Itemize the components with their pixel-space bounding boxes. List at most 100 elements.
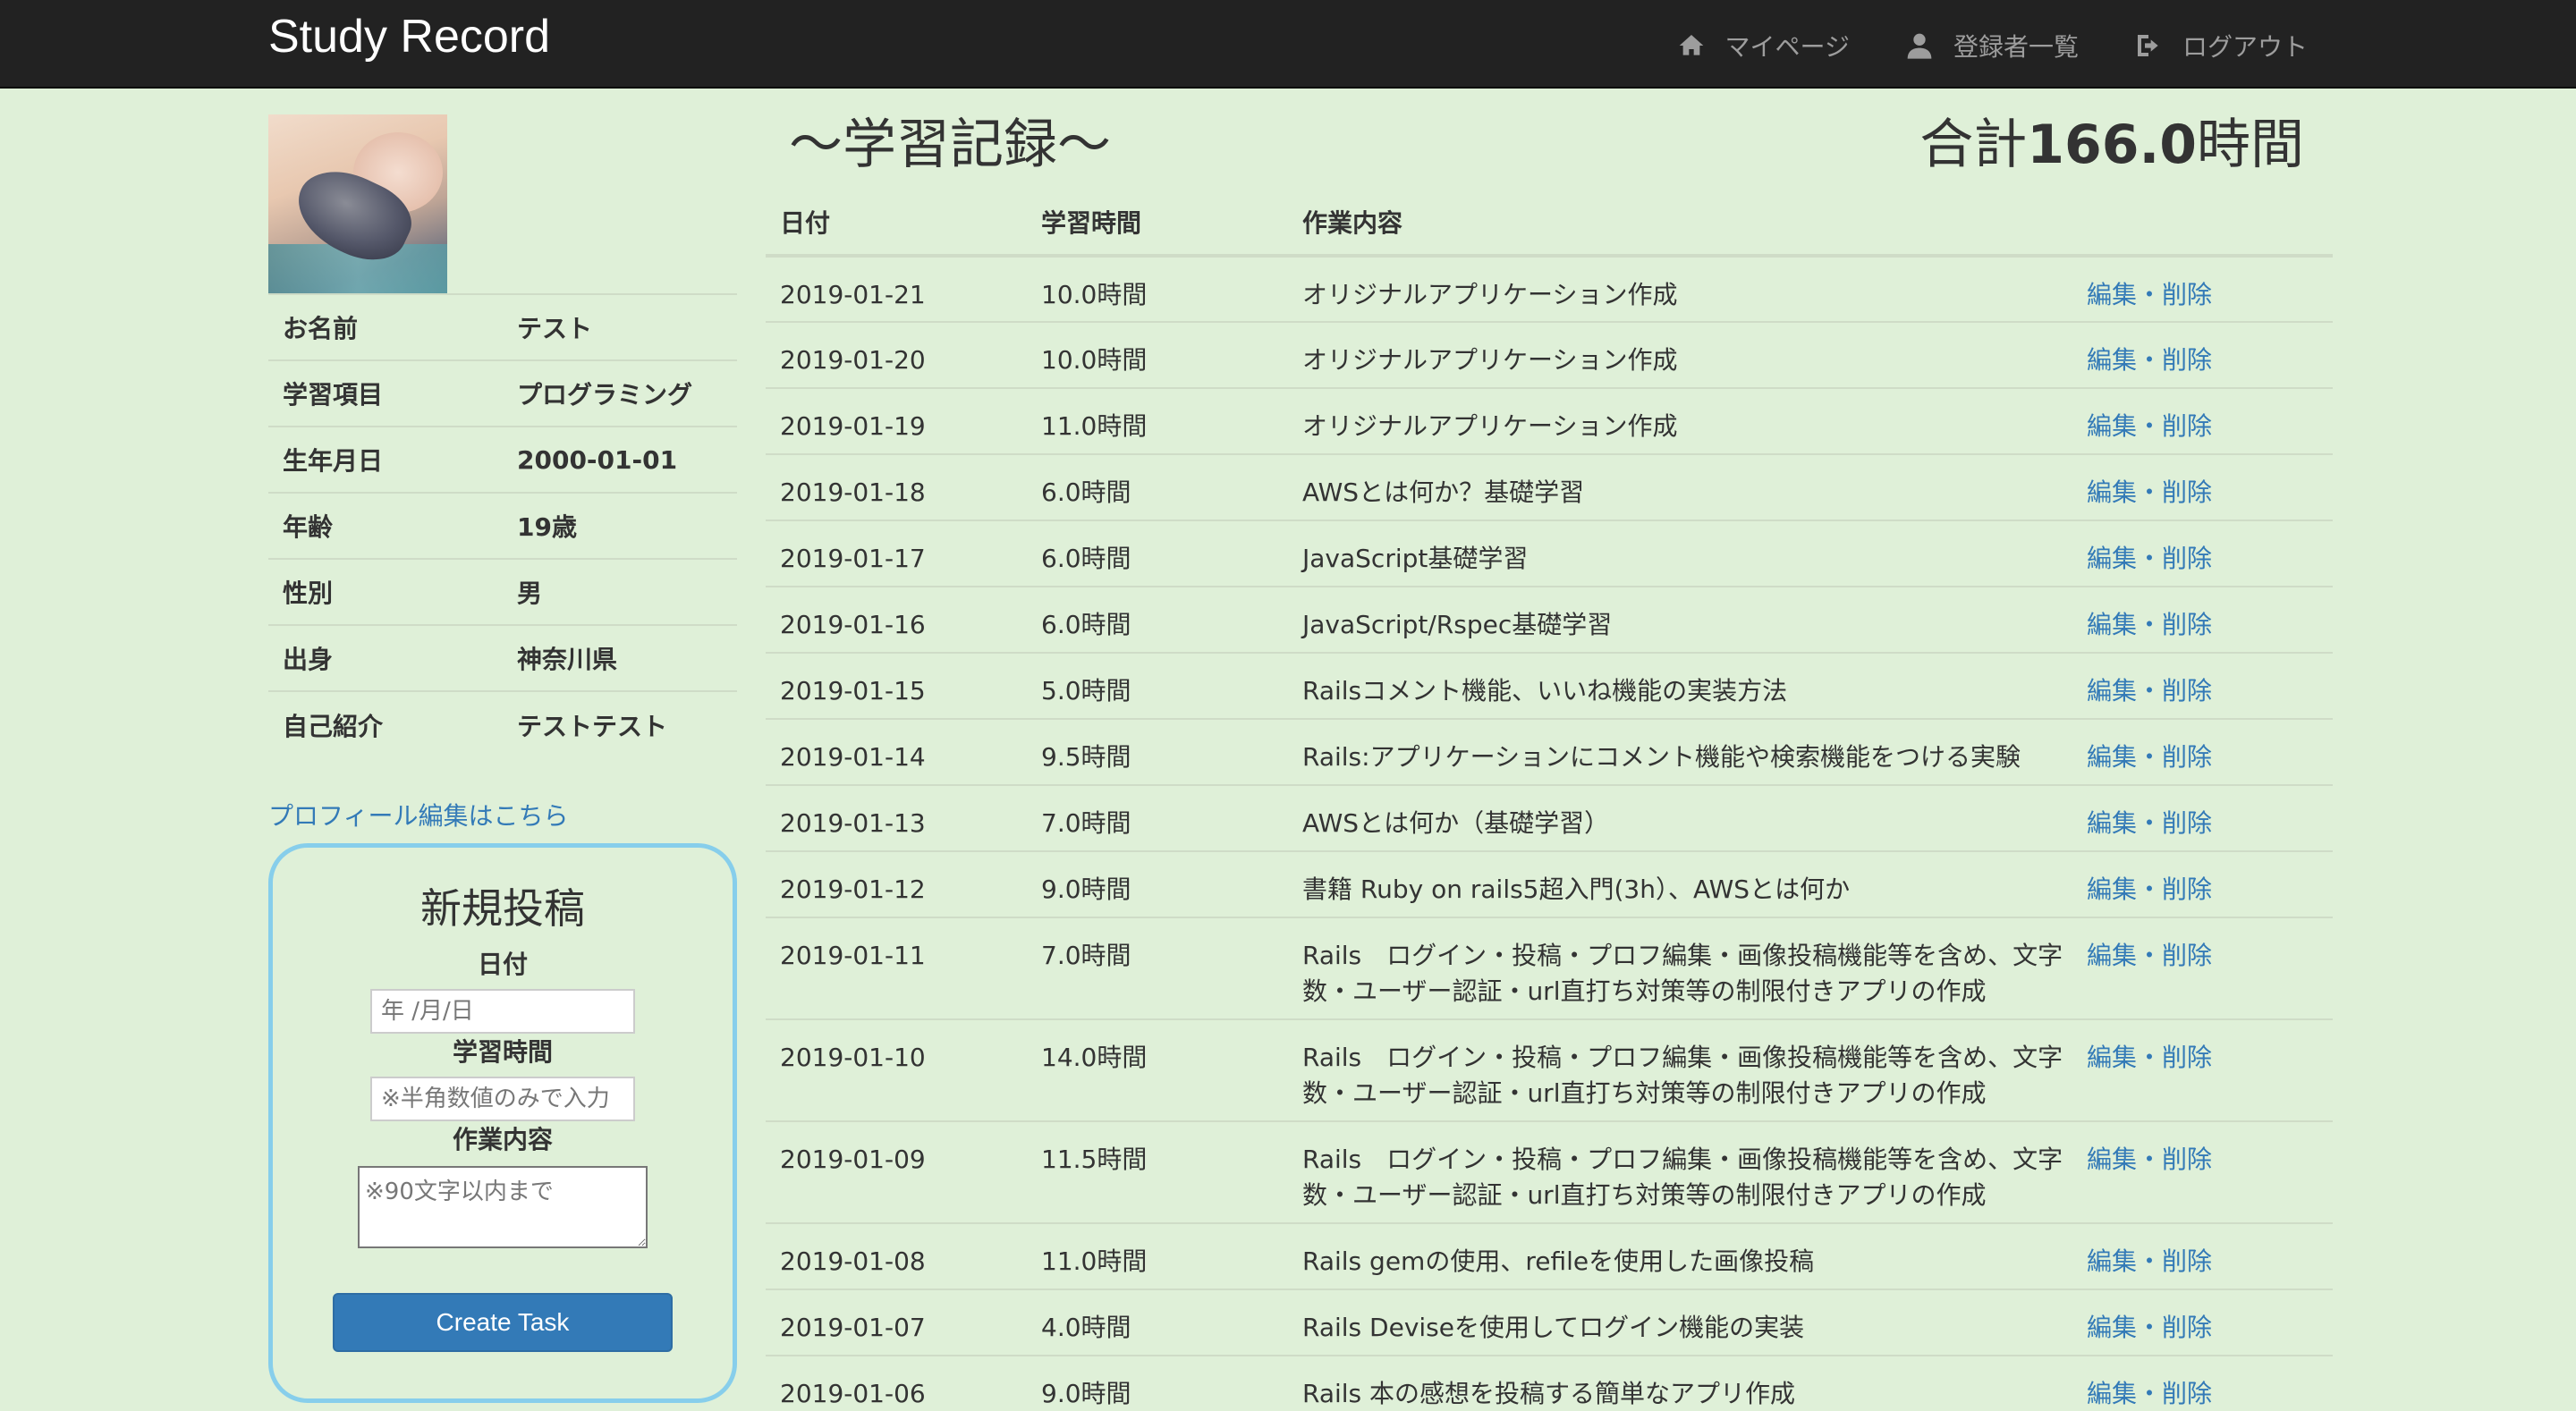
record-content: Rails Deviseを使用してログイン機能の実装 (1288, 1288, 2072, 1356)
record-actions: 編集・削除 (2072, 1120, 2333, 1223)
record-content: 書籍 Ruby on rails5超入門(3h）、AWSとは何か (1288, 850, 2072, 917)
action-separator: ・ (2137, 280, 2163, 309)
record-content: Rails gemの使用、refileを使用した画像投稿 (1288, 1222, 2072, 1289)
edit-link[interactable]: 編集 (2087, 1145, 2137, 1174)
study-time-input[interactable] (370, 1077, 635, 1121)
delete-link[interactable]: 削除 (2162, 676, 2212, 706)
delete-link[interactable]: 削除 (2162, 1246, 2212, 1276)
record-content: Rails:アプリケーションにコメント機能や検索機能をつける実験 (1288, 718, 2072, 785)
delete-link[interactable]: 削除 (2162, 544, 2212, 573)
edit-link[interactable]: 編集 (2087, 808, 2137, 838)
record-actions: 編集・削除 (2072, 1288, 2333, 1356)
record-actions: 編集・削除 (2072, 1018, 2333, 1121)
nav-mypage[interactable]: マイページ (1677, 28, 1850, 63)
action-separator: ・ (2137, 345, 2163, 375)
profile-label: 自己紹介 (268, 690, 503, 757)
delete-link[interactable]: 削除 (2162, 1313, 2212, 1342)
record-time: 4.0時間 (1027, 1288, 1288, 1356)
content-textarea[interactable] (358, 1166, 648, 1248)
record-content: Rails ログイン・投稿・プロフ編集・画像投稿機能等を含め、文字数・ユーザー認… (1288, 1018, 2072, 1121)
record-content: Rails 本の感想を投稿する簡単なアプリ作成 (1288, 1355, 2072, 1411)
edit-link[interactable]: 編集 (2087, 941, 2137, 970)
action-separator: ・ (2137, 1043, 2163, 1072)
delete-link[interactable]: 削除 (2162, 742, 2212, 772)
profile-label: 出身 (268, 624, 503, 691)
table-row: 2019-01-21 10.0時間 オリジナルアプリケーション作成 編集・削除 (766, 255, 2333, 322)
edit-link[interactable]: 編集 (2087, 1379, 2137, 1408)
edit-link[interactable]: 編集 (2087, 1043, 2137, 1072)
edit-link[interactable]: 編集 (2087, 610, 2137, 639)
delete-link[interactable]: 削除 (2162, 411, 2212, 441)
delete-link[interactable]: 削除 (2162, 1043, 2212, 1072)
delete-link[interactable]: 削除 (2162, 345, 2212, 375)
record-content: JavaScript基礎学習 (1288, 520, 2072, 587)
action-separator: ・ (2137, 544, 2163, 573)
record-actions: 編集・削除 (2072, 520, 2333, 587)
delete-link[interactable]: 削除 (2162, 610, 2212, 639)
edit-link[interactable]: 編集 (2087, 874, 2137, 904)
record-actions: 編集・削除 (2072, 586, 2333, 653)
nav-users[interactable]: 登録者一覧 (1905, 28, 2079, 63)
action-separator: ・ (2137, 742, 2163, 772)
nav-logout[interactable]: ログアウト (2134, 28, 2308, 63)
edit-link[interactable]: 編集 (2087, 345, 2137, 375)
record-time: 11.5時間 (1027, 1120, 1288, 1223)
create-task-button[interactable]: Create Task (333, 1293, 673, 1352)
profile-value: 男 (503, 558, 737, 625)
record-actions: 編集・削除 (2072, 850, 2333, 917)
action-separator: ・ (2137, 874, 2163, 904)
action-separator: ・ (2137, 676, 2163, 706)
nav-mypage-label: マイページ (1724, 32, 1850, 62)
profile-row: 出身 神奈川県 (268, 624, 737, 691)
record-time: 6.0時間 (1027, 453, 1288, 520)
delete-link[interactable]: 削除 (2162, 808, 2212, 838)
delete-link[interactable]: 削除 (2162, 280, 2212, 309)
delete-link[interactable]: 削除 (2162, 1379, 2212, 1408)
avatar (268, 114, 447, 293)
record-time: 10.0時間 (1027, 255, 1288, 322)
profile-table: お名前 テスト 学習項目 プログラミング 生年月日 2000-01-01 年齢 19歳 性別男出… (268, 293, 737, 757)
new-post-form: 新規投稿 日付 学習時間 作業内容 Create Task (268, 843, 737, 1403)
table-row: 2019-01-13 7.0時間 AWSとは何か（基礎学習） 編集・削除 (766, 784, 2333, 851)
edit-link[interactable]: 編集 (2087, 742, 2137, 772)
record-actions: 編集・削除 (2072, 718, 2333, 785)
delete-link[interactable]: 削除 (2162, 477, 2212, 507)
record-date: 2019-01-06 (766, 1355, 1027, 1411)
records-header: 日付 学習時間 作業内容 (766, 190, 2333, 258)
table-row: 2019-01-17 6.0時間 JavaScript基礎学習 編集・削除 (766, 520, 2333, 587)
table-row: 2019-01-18 6.0時間 AWSとは何か？基礎学習 編集・削除 (766, 453, 2333, 520)
navbar: Study Record マイページ 登録者一覧 ログアウト (0, 0, 2576, 89)
profile-value: テストテスト (503, 690, 737, 757)
record-time: 9.5時間 (1027, 718, 1288, 785)
profile-edit-link[interactable]: プロフィール編集はこちら (268, 797, 737, 832)
delete-link[interactable]: 削除 (2162, 1145, 2212, 1174)
edit-link[interactable]: 編集 (2087, 676, 2137, 706)
profile-row: 自己紹介 テストテスト (268, 690, 737, 757)
page-title: 〜学習記録〜 (789, 114, 1111, 176)
edit-link[interactable]: 編集 (2087, 280, 2137, 309)
profile-value: 2000-01-01 (503, 426, 737, 493)
edit-link[interactable]: 編集 (2087, 544, 2137, 573)
table-row: 2019-01-11 7.0時間 Rails ログイン・投稿・プロフ編集・画像投稿機… (766, 917, 2333, 1019)
edit-link[interactable]: 編集 (2087, 1313, 2137, 1342)
edit-link[interactable]: 編集 (2087, 411, 2137, 441)
table-row: 2019-01-08 11.0時間 Rails gemの使用、refileを使用した… (766, 1222, 2333, 1289)
record-date: 2019-01-14 (766, 718, 1027, 785)
edit-link[interactable]: 編集 (2087, 477, 2137, 507)
column-header-content: 作業内容 (1288, 190, 2072, 258)
edit-link[interactable]: 編集 (2087, 1246, 2137, 1276)
table-row: 2019-01-14 9.5時間 Rails:アプリケーションにコメント機能や検索機… (766, 718, 2333, 785)
record-time: 10.0時間 (1027, 321, 1288, 388)
date-label: 日付 (477, 950, 528, 979)
action-separator: ・ (2137, 1379, 2163, 1408)
record-actions: 編集・削除 (2072, 784, 2333, 851)
brand-title[interactable]: Study Record (268, 5, 550, 68)
record-date: 2019-01-09 (766, 1120, 1027, 1223)
profile-value: 神奈川県 (503, 624, 737, 691)
record-date: 2019-01-12 (766, 850, 1027, 917)
date-input[interactable] (370, 989, 635, 1034)
record-time: 7.0時間 (1027, 917, 1288, 1019)
delete-link[interactable]: 削除 (2162, 874, 2212, 904)
total-suffix: 時間 (2197, 114, 2304, 176)
delete-link[interactable]: 削除 (2162, 941, 2212, 970)
